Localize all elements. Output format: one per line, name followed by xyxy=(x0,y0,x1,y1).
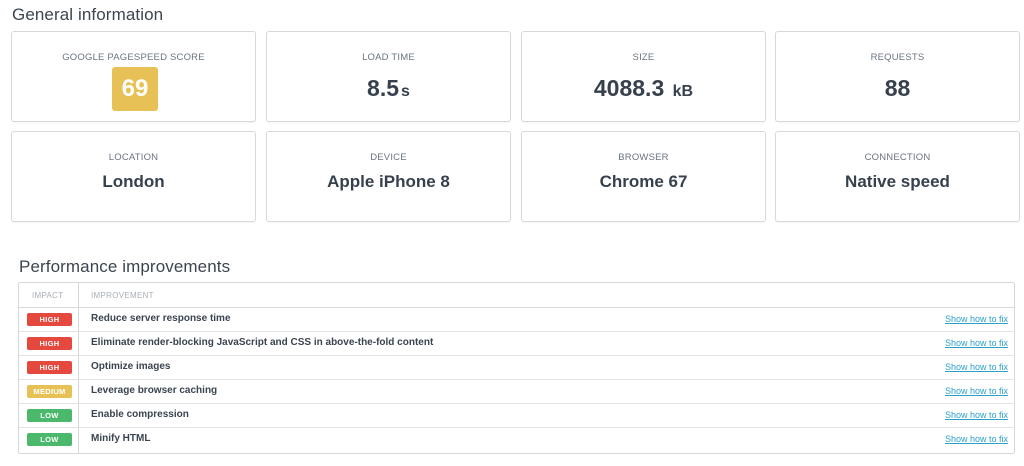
table-row: HIGH Optimize images Show how to fix xyxy=(19,355,1014,380)
improvement-text: Optimize images xyxy=(91,361,171,372)
card-label: BROWSER xyxy=(618,152,669,163)
load-time-card: LOAD TIME 8.5 s xyxy=(266,31,511,122)
load-time-value: 8.5 xyxy=(367,75,400,101)
location-card: LOCATION London xyxy=(11,131,256,222)
impact-badge: LOW xyxy=(27,433,72,446)
card-label: REQUESTS xyxy=(870,52,925,63)
show-how-to-fix-link[interactable]: Show how to fix xyxy=(945,314,1008,324)
load-time-unit: s xyxy=(401,83,410,100)
location-value: London xyxy=(102,172,165,191)
table-row: HIGH Reduce server response time Show ho… xyxy=(19,307,1014,332)
show-how-to-fix-link[interactable]: Show how to fix xyxy=(945,338,1008,348)
card-label: LOCATION xyxy=(108,152,159,163)
requests-value: 88 xyxy=(884,75,911,101)
impact-badge: HIGH xyxy=(27,361,72,374)
table-header: IMPACT IMPROVEMENT xyxy=(19,283,1014,308)
card-label: GOOGLE PAGESPEED SCORE xyxy=(62,52,205,63)
improvements-table: IMPACT IMPROVEMENT HIGH Reduce server re… xyxy=(18,282,1015,454)
show-how-to-fix-link[interactable]: Show how to fix xyxy=(945,386,1008,396)
impact-column-header: IMPACT xyxy=(32,291,64,300)
impact-badge: HIGH xyxy=(27,337,72,350)
table-row: MEDIUM Leverage browser caching Show how… xyxy=(19,379,1014,404)
card-value: 4088.3 kB xyxy=(522,75,765,102)
browser-value: Chrome 67 xyxy=(599,172,688,191)
card-label: DEVICE xyxy=(370,152,407,163)
browser-card: BROWSER Chrome 67 xyxy=(521,131,766,222)
card-label: CONNECTION xyxy=(864,152,931,163)
size-card: SIZE 4088.3 kB xyxy=(521,31,766,122)
table-row: HIGH Eliminate render-blocking JavaScrip… xyxy=(19,331,1014,356)
device-value: Apple iPhone 8 xyxy=(327,172,450,191)
requests-card: REQUESTS 88 xyxy=(775,31,1020,122)
size-value: 4088.3 xyxy=(593,75,665,101)
table-row: LOW Minify HTML Show how to fix xyxy=(19,427,1014,451)
improvement-text: Eliminate render-blocking JavaScript and… xyxy=(91,337,434,348)
performance-improvements-title: Performance improvements xyxy=(19,257,231,276)
improvement-text: Minify HTML xyxy=(91,433,151,444)
connection-value: Native speed xyxy=(845,172,950,191)
improvement-text: Enable compression xyxy=(91,409,189,420)
improvement-column-header: IMPROVEMENT xyxy=(91,291,154,300)
table-row: LOW Enable compression Show how to fix xyxy=(19,403,1014,428)
connection-card: CONNECTION Native speed xyxy=(775,131,1020,222)
pagespeed-score-card: GOOGLE PAGESPEED SCORE 69 xyxy=(11,31,256,122)
general-information-title: General information xyxy=(12,5,164,24)
card-value: 8.5 s xyxy=(267,75,510,102)
show-how-to-fix-link[interactable]: Show how to fix xyxy=(945,410,1008,420)
device-card: DEVICE Apple iPhone 8 xyxy=(266,131,511,222)
show-how-to-fix-link[interactable]: Show how to fix xyxy=(945,362,1008,372)
card-label: SIZE xyxy=(632,52,655,63)
card-label: LOAD TIME xyxy=(362,52,415,63)
improvement-text: Reduce server response time xyxy=(91,313,231,324)
size-unit: kB xyxy=(672,83,694,100)
improvement-text: Leverage browser caching xyxy=(91,385,218,396)
impact-badge: LOW xyxy=(27,409,72,422)
impact-badge: HIGH xyxy=(27,313,72,326)
show-how-to-fix-link[interactable]: Show how to fix xyxy=(945,434,1008,444)
impact-badge: MEDIUM xyxy=(27,385,72,398)
pagespeed-score-badge: 69 xyxy=(112,67,158,111)
